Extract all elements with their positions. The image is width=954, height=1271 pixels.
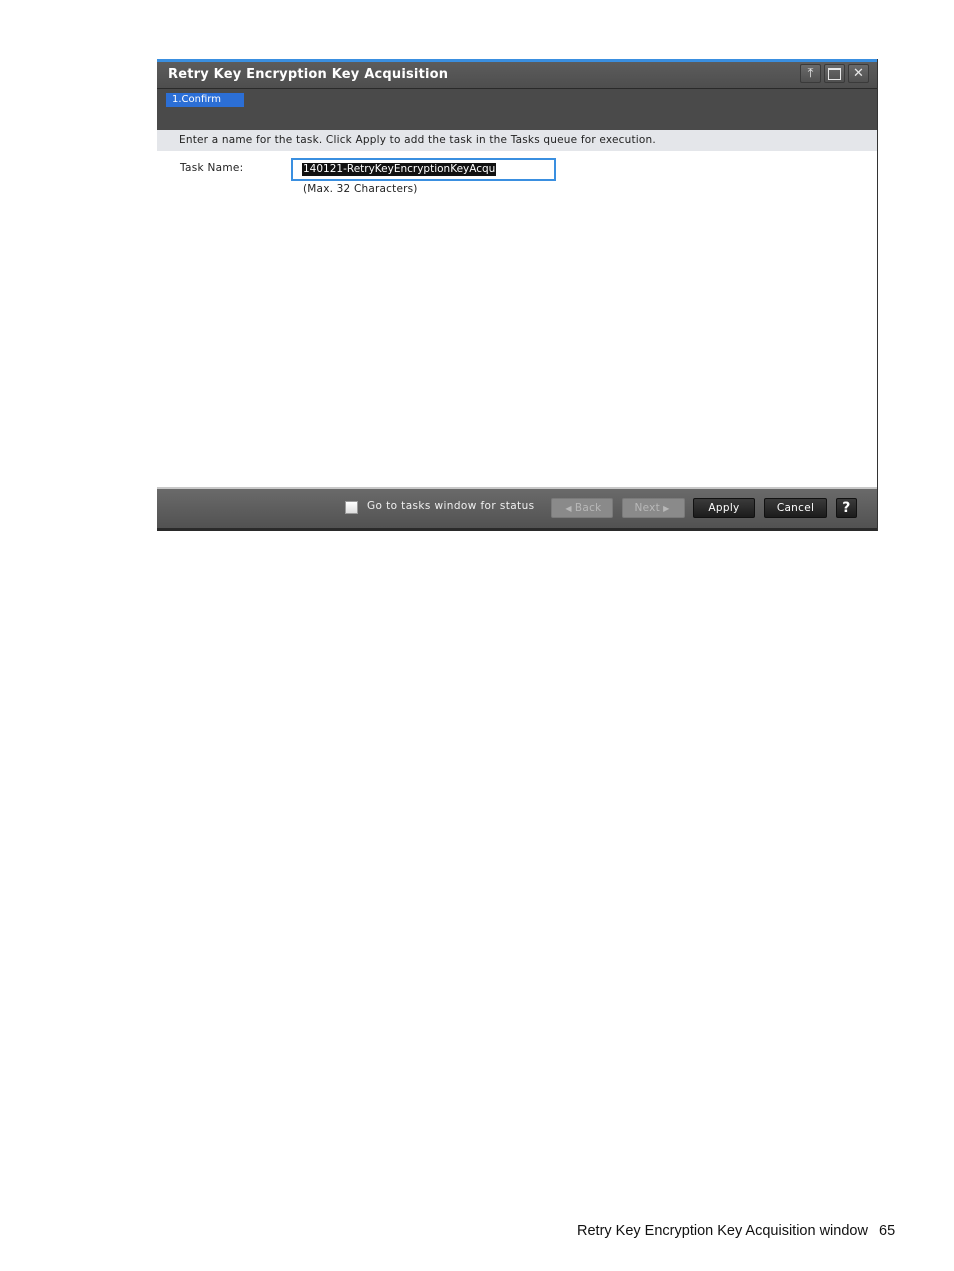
go-to-tasks-checkbox[interactable] bbox=[345, 501, 358, 514]
task-name-label: Task Name: bbox=[180, 162, 244, 174]
maximize-icon bbox=[828, 67, 841, 80]
page-footer-text: Retry Key Encryption Key Acquisition win… bbox=[577, 1223, 868, 1239]
task-name-value: 140121-RetryKeyEncryptionKeyAcqu bbox=[302, 163, 497, 176]
title-bar[interactable]: Retry Key Encryption Key Acquisition ⤒ ✕ bbox=[157, 62, 877, 89]
task-name-hint: (Max. 32 Characters) bbox=[303, 183, 418, 195]
next-label: Next bbox=[634, 502, 661, 514]
maximize-button[interactable] bbox=[824, 64, 845, 83]
next-button[interactable]: Next ▶ bbox=[622, 498, 685, 518]
step-confirm[interactable]: 1.Confirm bbox=[166, 93, 244, 107]
apply-button[interactable]: Apply bbox=[693, 498, 755, 518]
pin-button[interactable]: ⤒ bbox=[800, 64, 821, 83]
chevron-right-icon: ▶ bbox=[663, 503, 670, 513]
close-icon: ✕ bbox=[853, 66, 864, 81]
instruction-text: Enter a name for the task. Click Apply t… bbox=[157, 130, 877, 151]
help-icon: ? bbox=[842, 500, 851, 516]
page-number: 65 bbox=[879, 1223, 896, 1239]
back-label: Back bbox=[574, 502, 602, 514]
back-button[interactable]: ◀ Back bbox=[551, 498, 613, 518]
retry-kek-acquisition-window: Retry Key Encryption Key Acquisition ⤒ ✕… bbox=[157, 59, 878, 531]
help-button[interactable]: ? bbox=[836, 498, 857, 518]
chevron-left-icon: ◀ bbox=[565, 503, 572, 513]
window-title: Retry Key Encryption Key Acquisition bbox=[168, 67, 449, 82]
window-controls: ⤒ ✕ bbox=[800, 64, 869, 83]
window-footer: Go to tasks window for status ◀ Back Nex… bbox=[157, 487, 877, 531]
go-to-tasks-label[interactable]: Go to tasks window for status bbox=[367, 500, 535, 512]
close-button[interactable]: ✕ bbox=[848, 64, 869, 83]
footer-edge bbox=[157, 528, 877, 531]
pin-icon: ⤒ bbox=[807, 66, 814, 81]
wizard-steps: 1.Confirm bbox=[157, 89, 877, 130]
task-name-input[interactable]: 140121-RetryKeyEncryptionKeyAcqu bbox=[291, 158, 556, 181]
cancel-button[interactable]: Cancel bbox=[764, 498, 827, 518]
